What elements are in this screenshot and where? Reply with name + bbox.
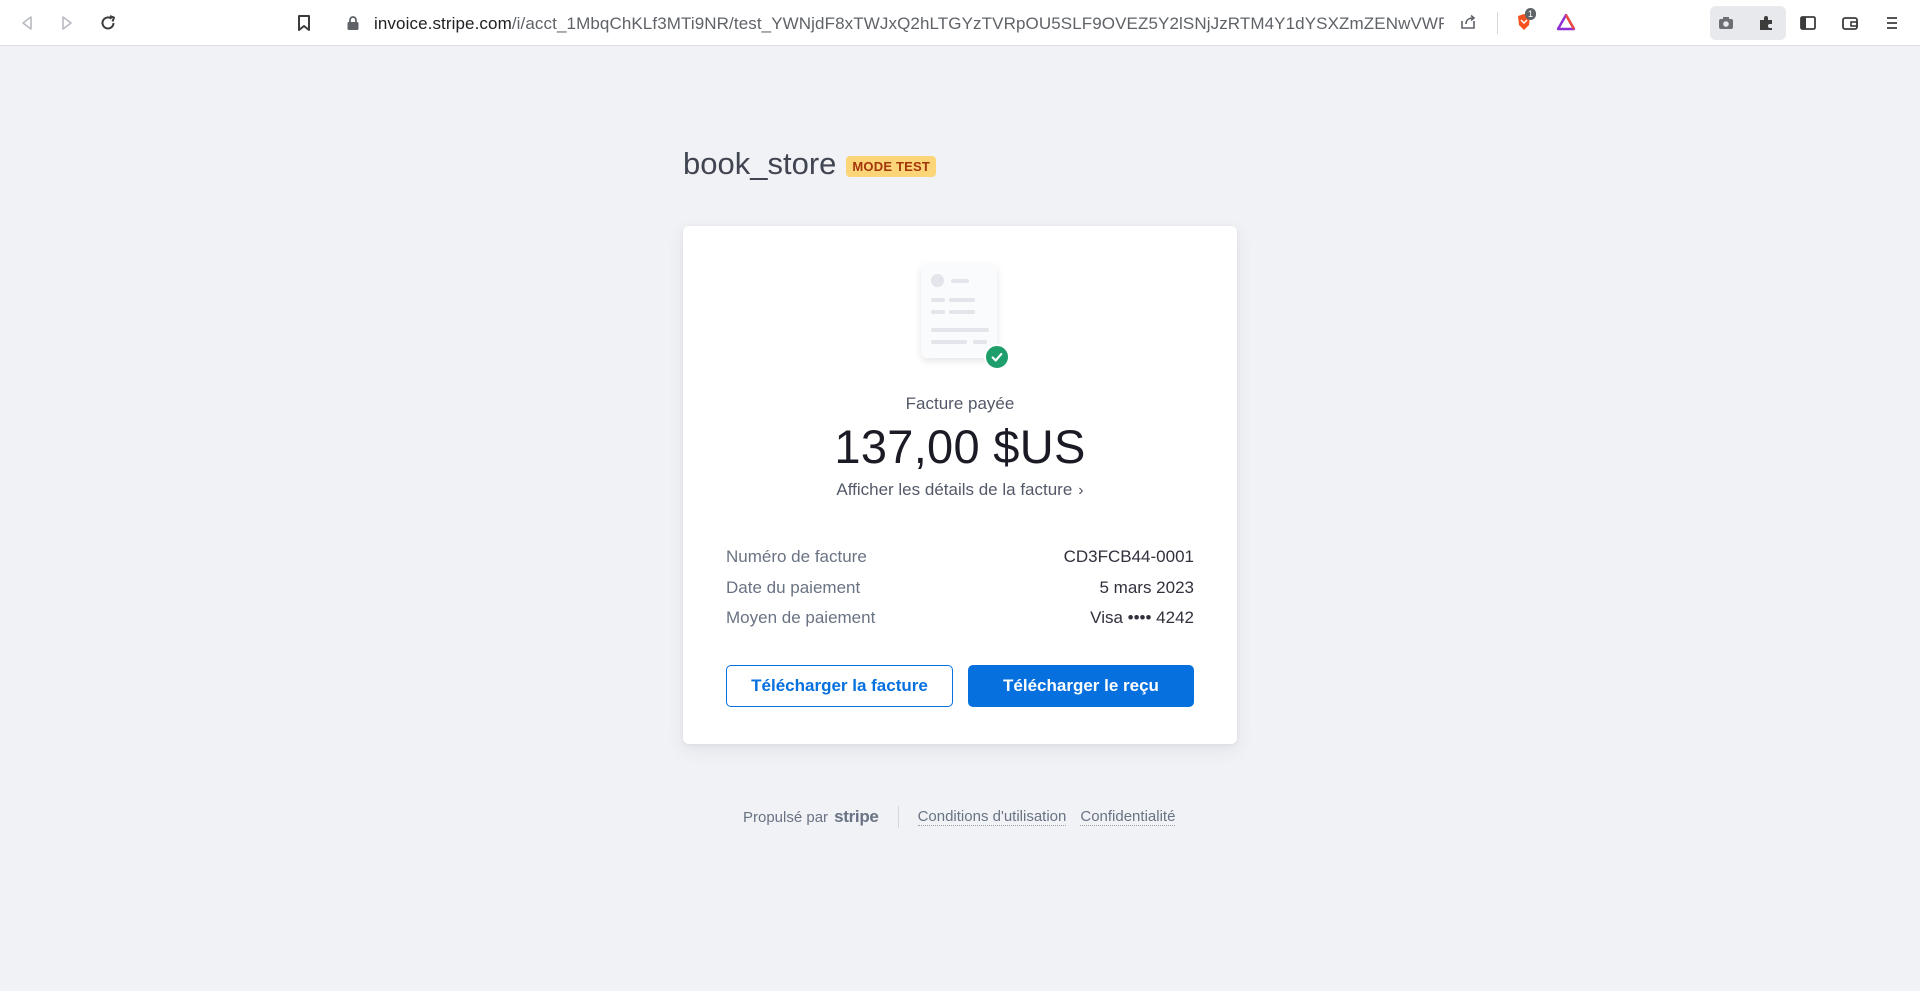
menu-icon[interactable] [1880, 11, 1904, 35]
camera-icon[interactable] [1714, 11, 1738, 35]
payment-method-row: Moyen de paiement Visa •••• 4242 [726, 608, 1194, 628]
privacy-link[interactable]: Confidentialité [1080, 808, 1176, 826]
stripe-logo[interactable]: stripe [834, 807, 879, 827]
extension-group [1710, 6, 1786, 40]
footer-divider [897, 806, 899, 828]
powered-by-label: Propulsé par [743, 808, 829, 826]
url-host: invoice.stripe.com [374, 14, 512, 33]
back-icon[interactable] [15, 11, 39, 35]
lock-icon [347, 16, 359, 30]
footer: Propulsé par stripe Conditions d'utilisa… [743, 806, 1189, 828]
brave-shield-icon[interactable]: 1 [1512, 8, 1537, 34]
terms-link[interactable]: Conditions d'utilisation [917, 808, 1067, 826]
payment-date-row: Date du paiement 5 mars 2023 [726, 578, 1194, 598]
row-value: CD3FCB44-0001 [1063, 547, 1194, 566]
row-label: Numéro de facture [726, 547, 867, 566]
check-circle-icon [984, 344, 1010, 370]
address-bar[interactable]: invoice.stripe.com/i/acct_1MbqChKLf3MTi9… [330, 5, 1590, 40]
bookmark-icon[interactable] [292, 11, 316, 35]
invoice-status: Facture payée [905, 394, 1015, 413]
url-text: invoice.stripe.com/i/acct_1MbqChKLf3MTi9… [374, 14, 1444, 34]
invoice-document-icon [921, 264, 1010, 370]
brave-badge-count: 1 [1525, 8, 1537, 20]
invoice-amount: 137,00 $US [834, 420, 1086, 473]
merchant-header: book_store MODE TEST [683, 146, 937, 182]
download-receipt-button[interactable]: Télécharger le reçu [968, 665, 1194, 707]
browser-toolbar: invoice.stripe.com/i/acct_1MbqChKLf3MTi9… [0, 0, 1920, 46]
sidebar-icon[interactable] [1796, 11, 1820, 35]
test-mode-badge: MODE TEST [846, 155, 937, 177]
merchant-name: book_store [683, 146, 837, 181]
share-icon[interactable] [1456, 10, 1480, 34]
details-link-label: Afficher les détails de la facture [836, 480, 1073, 499]
download-invoice-button[interactable]: Télécharger la facture [726, 665, 953, 707]
row-value: 5 mars 2023 [1099, 578, 1195, 597]
invoice-card: Facture payée 137,00 $US Afficher les dé… [683, 226, 1237, 744]
url-path: /i/acct_1MbqChKLf3MTi9NR/test_YWNjdF8xTW… [511, 14, 1444, 33]
row-label: Date du paiement [726, 578, 861, 597]
urlbar-divider [1497, 12, 1498, 34]
row-label: Moyen de paiement [726, 608, 876, 627]
invoice-number-row: Numéro de facture CD3FCB44-0001 [726, 547, 1194, 567]
invoice-details-link[interactable]: Afficher les détails de la facture › [683, 480, 1237, 500]
reload-icon[interactable] [96, 11, 120, 35]
extensions-icon[interactable] [1754, 11, 1778, 35]
document-shape [921, 264, 997, 358]
brave-rewards-icon[interactable] [1554, 10, 1578, 34]
wallet-icon[interactable] [1838, 11, 1862, 35]
chevron-right-icon: › [1078, 482, 1084, 499]
forward-icon[interactable] [55, 11, 79, 35]
row-value: Visa •••• 4242 [1090, 608, 1194, 627]
